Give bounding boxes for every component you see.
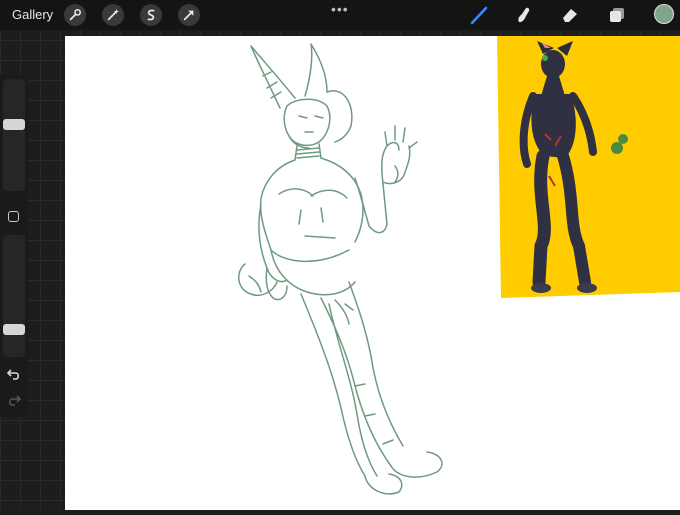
drawing-canvas[interactable]: [65, 36, 680, 510]
wrench-icon[interactable]: [64, 4, 86, 26]
selection-icon-glyph: [147, 9, 155, 21]
top-toolbar: Gallery •••: [0, 0, 680, 30]
brush-size-thumb[interactable]: [3, 119, 25, 131]
magic-wand-icon[interactable]: [102, 4, 124, 26]
line-sketch: [238, 43, 443, 495]
layers-icon-glyph: [610, 8, 624, 22]
color-picker-button[interactable]: [654, 4, 674, 24]
opacity-slider[interactable]: [3, 235, 25, 357]
eraser-icon-glyph: [563, 9, 577, 22]
sidebar: [0, 75, 28, 417]
undo-icon[interactable]: [6, 367, 22, 381]
transform-arrow-icon-glyph: [183, 10, 194, 21]
smudge-icon[interactable]: [513, 5, 535, 25]
magic-wand-icon-glyph: [107, 8, 120, 21]
opacity-thumb[interactable]: [3, 323, 25, 335]
layers-icon[interactable]: [606, 5, 628, 25]
more-options-button[interactable]: •••: [331, 1, 349, 17]
smudge-icon-glyph: [518, 7, 530, 23]
selection-icon[interactable]: [140, 4, 162, 26]
modify-button[interactable]: [8, 211, 19, 222]
eraser-icon[interactable]: [559, 5, 581, 25]
redo-icon[interactable]: [6, 393, 22, 407]
brush-icon[interactable]: [468, 5, 490, 25]
brush-size-slider[interactable]: [3, 79, 25, 191]
transform-arrow-icon[interactable]: [178, 4, 200, 26]
gallery-button[interactable]: Gallery: [12, 7, 53, 22]
artwork: [238, 36, 680, 495]
wrench-icon-glyph: [69, 8, 82, 21]
brush-icon-glyph: [470, 6, 488, 25]
